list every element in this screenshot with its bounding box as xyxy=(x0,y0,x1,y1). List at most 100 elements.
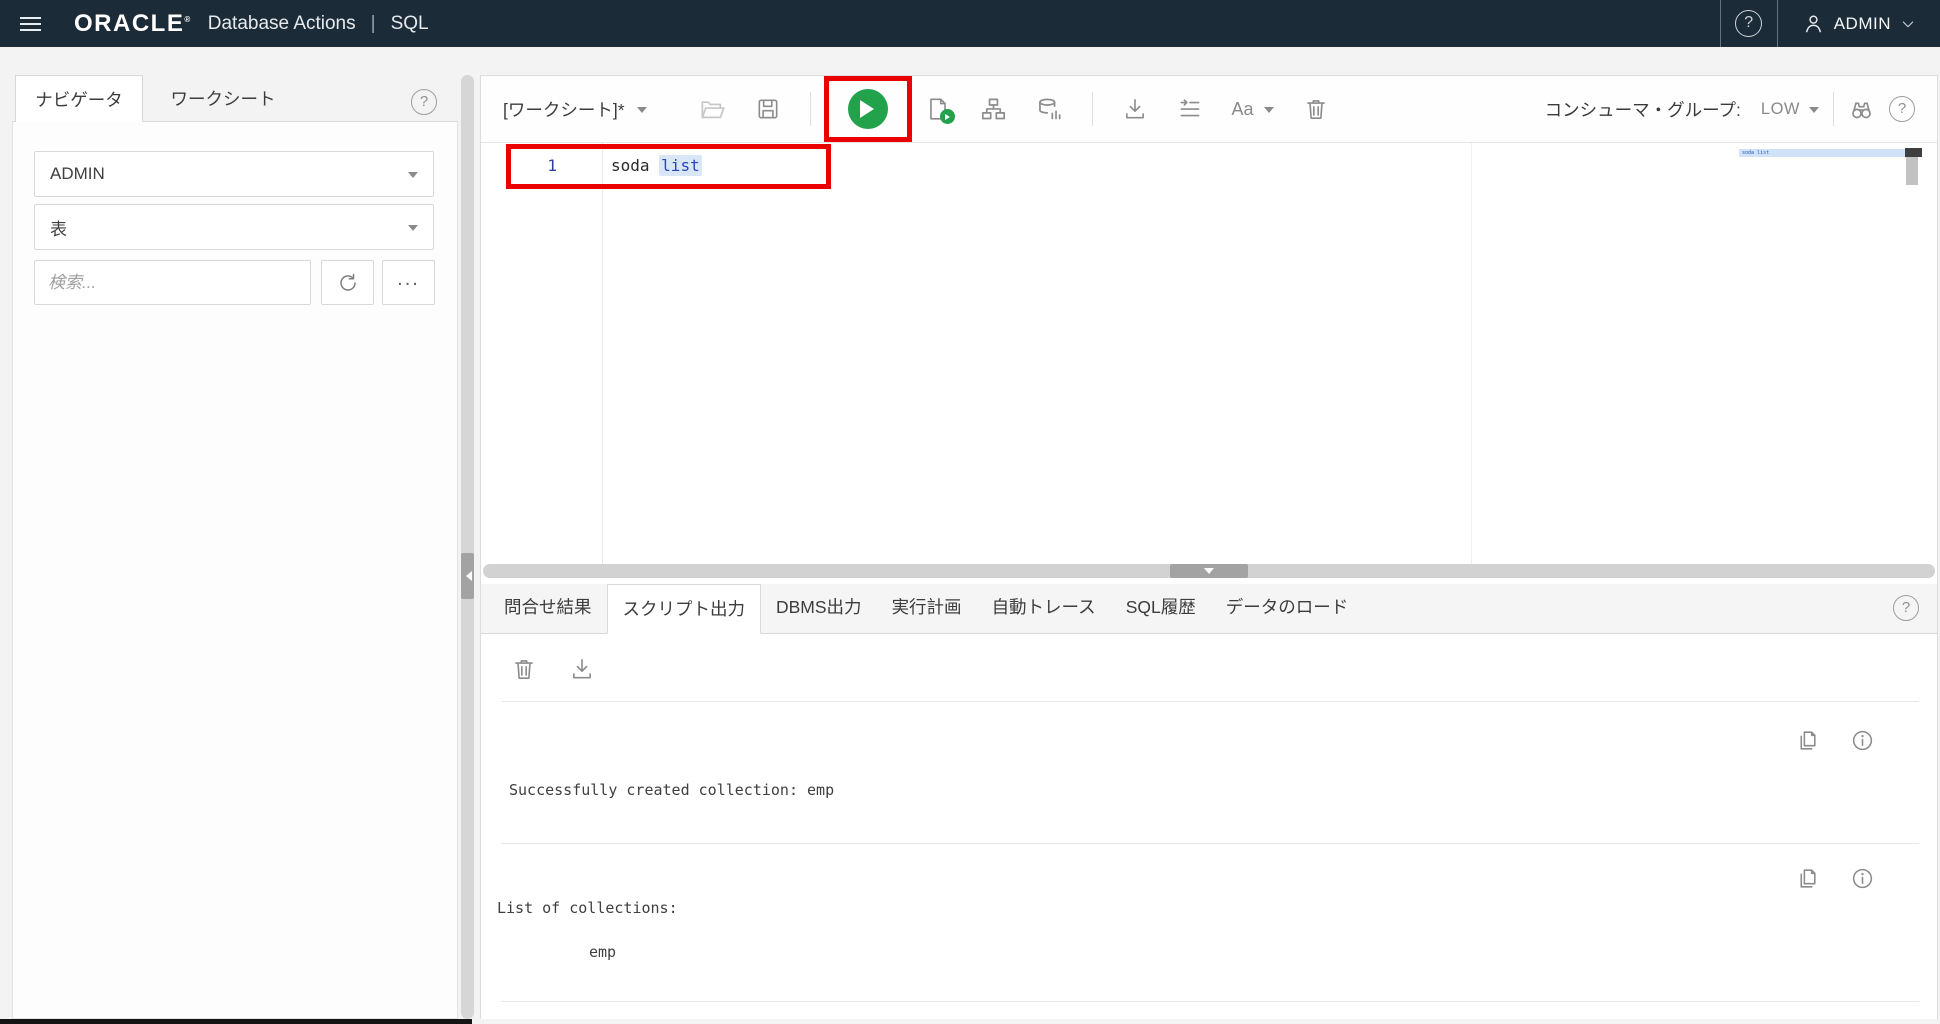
sidebar-tab-worksheet[interactable]: ワークシート xyxy=(143,75,303,122)
run-statement-button[interactable] xyxy=(848,89,888,129)
editor-gutter xyxy=(481,143,603,564)
code-token-list: list xyxy=(659,155,702,176)
editor-overview-ruler xyxy=(1905,148,1922,157)
tab-explain-plan[interactable]: 実行計画 xyxy=(877,583,977,633)
sidebar-help-icon[interactable]: ? xyxy=(411,89,437,115)
app-title: Database Actions xyxy=(208,13,356,35)
tab-data-load[interactable]: データのロード xyxy=(1211,583,1364,633)
binoculars-icon xyxy=(1848,96,1875,123)
output-divider xyxy=(501,1001,1919,1002)
worksheet-title-dropdown[interactable]: [ワークシート]* xyxy=(503,97,647,122)
statement-info-button[interactable] xyxy=(1850,728,1875,753)
output-line: emp xyxy=(589,943,616,961)
output-line: Successfully created collection: emp xyxy=(509,781,834,799)
worksheet-toolbar: [ワークシート]* xyxy=(481,76,1937,143)
download-button[interactable] xyxy=(1122,96,1148,122)
module-title: SQL xyxy=(391,13,429,35)
collapse-down-icon xyxy=(1204,568,1214,579)
caret-down-icon xyxy=(1264,107,1274,118)
refresh-icon xyxy=(336,271,360,295)
horizontal-splitter[interactable] xyxy=(483,564,1935,578)
tab-sql-history[interactable]: SQL履歴 xyxy=(1111,583,1211,633)
title-separator: | xyxy=(371,13,376,35)
output-line: List of collections: xyxy=(497,899,678,917)
clear-output-button[interactable] xyxy=(511,656,537,682)
copy-icon xyxy=(1795,866,1820,891)
clear-worksheet-button[interactable] xyxy=(1303,96,1329,122)
worksheet-help-icon[interactable]: ? xyxy=(1889,96,1915,122)
help-icon: ? xyxy=(1735,10,1762,37)
user-name: ADMIN xyxy=(1834,14,1891,34)
run-script-button[interactable] xyxy=(925,96,951,122)
bottom-statusbar-edge xyxy=(0,1019,472,1024)
object-type-select[interactable]: 表 xyxy=(34,204,434,250)
toolbar-divider xyxy=(1092,92,1093,126)
sidebar-tab-navigator[interactable]: ナビゲータ xyxy=(15,75,143,122)
oracle-logo: ORACLE® xyxy=(74,10,192,38)
play-icon xyxy=(860,100,883,118)
line-number: 1 xyxy=(481,156,603,175)
output-divider xyxy=(501,843,1919,844)
top-header: ORACLE® Database Actions | SQL ? ADMIN xyxy=(0,0,1940,47)
tab-query-result[interactable]: 問合せ結果 xyxy=(489,583,607,633)
statement-info-button[interactable] xyxy=(1850,866,1875,891)
output-block-actions xyxy=(1795,866,1875,891)
autotrace-button[interactable] xyxy=(1036,96,1063,123)
script-play-badge-icon xyxy=(940,109,955,124)
chevron-down-icon xyxy=(1900,16,1916,32)
header-help-button[interactable]: ? xyxy=(1721,0,1777,47)
trash-icon xyxy=(1303,96,1329,122)
download-output-button[interactable] xyxy=(569,656,595,682)
editor-scrollbar-thumb[interactable] xyxy=(1906,157,1918,185)
splitter-collapse-handle[interactable] xyxy=(1170,564,1248,578)
output-divider xyxy=(501,701,1919,702)
more-options-button[interactable]: ... xyxy=(382,260,435,305)
download-icon xyxy=(569,656,595,682)
open-folder-icon xyxy=(699,96,726,123)
vertical-splitter[interactable] xyxy=(461,75,474,1019)
toolbar-divider xyxy=(810,92,811,126)
user-icon xyxy=(1802,12,1825,35)
editor-minimap[interactable]: soda list xyxy=(1739,149,1905,157)
save-button[interactable] xyxy=(755,96,781,122)
caret-down-icon xyxy=(637,107,647,118)
explain-plan-button[interactable] xyxy=(980,96,1007,123)
copy-output-button[interactable] xyxy=(1795,728,1820,753)
open-file-button[interactable] xyxy=(699,96,726,123)
copy-output-button[interactable] xyxy=(1795,866,1820,891)
ellipsis-icon: ... xyxy=(397,274,420,292)
format-indent-icon xyxy=(1177,96,1203,122)
user-menu[interactable]: ADMIN xyxy=(1778,0,1940,47)
worksheet-panel: [ワークシート]* xyxy=(480,75,1938,1019)
output-block-actions xyxy=(1795,728,1875,753)
trash-icon xyxy=(511,656,537,682)
caret-down-icon xyxy=(408,225,418,236)
save-icon xyxy=(755,96,781,122)
find-button[interactable] xyxy=(1848,96,1875,123)
editor-line-1[interactable]: 1 soda list xyxy=(481,148,1937,182)
script-output-panel: Successfully created collection: emp Lis… xyxy=(481,634,1937,1019)
refresh-button[interactable] xyxy=(321,260,374,305)
download-icon xyxy=(1122,96,1148,122)
splitter-collapse-handle[interactable] xyxy=(461,553,474,599)
hamburger-menu-icon[interactable] xyxy=(0,0,60,47)
caret-down-icon xyxy=(408,172,418,183)
schema-select[interactable]: ADMIN xyxy=(34,151,434,197)
tab-autotrace[interactable]: 自動トレース xyxy=(977,583,1111,633)
font-size-dropdown[interactable]: Aa xyxy=(1232,99,1274,120)
editor-ruler-line xyxy=(1471,143,1472,564)
results-help-icon[interactable]: ? xyxy=(1893,595,1919,621)
format-button[interactable] xyxy=(1177,96,1203,122)
tab-script-output[interactable]: スクリプト出力 xyxy=(607,584,762,634)
autotrace-icon xyxy=(1036,96,1063,123)
search-input[interactable] xyxy=(34,260,311,305)
results-tabbar: 問合せ結果 スクリプト出力 DBMS出力 実行計画 自動トレース SQL履歴 デ… xyxy=(481,584,1937,634)
consumer-group-dropdown[interactable]: LOW xyxy=(1761,100,1819,119)
code-token-soda: soda xyxy=(611,156,659,175)
sql-editor[interactable]: 1 soda list soda list xyxy=(481,143,1937,564)
tab-dbms-output[interactable]: DBMS出力 xyxy=(761,583,877,633)
explain-plan-icon xyxy=(980,96,1007,123)
navigator-panel: ADMIN 表 ... xyxy=(12,121,458,1019)
toolbar-divider xyxy=(1833,92,1834,126)
info-icon xyxy=(1850,866,1875,891)
